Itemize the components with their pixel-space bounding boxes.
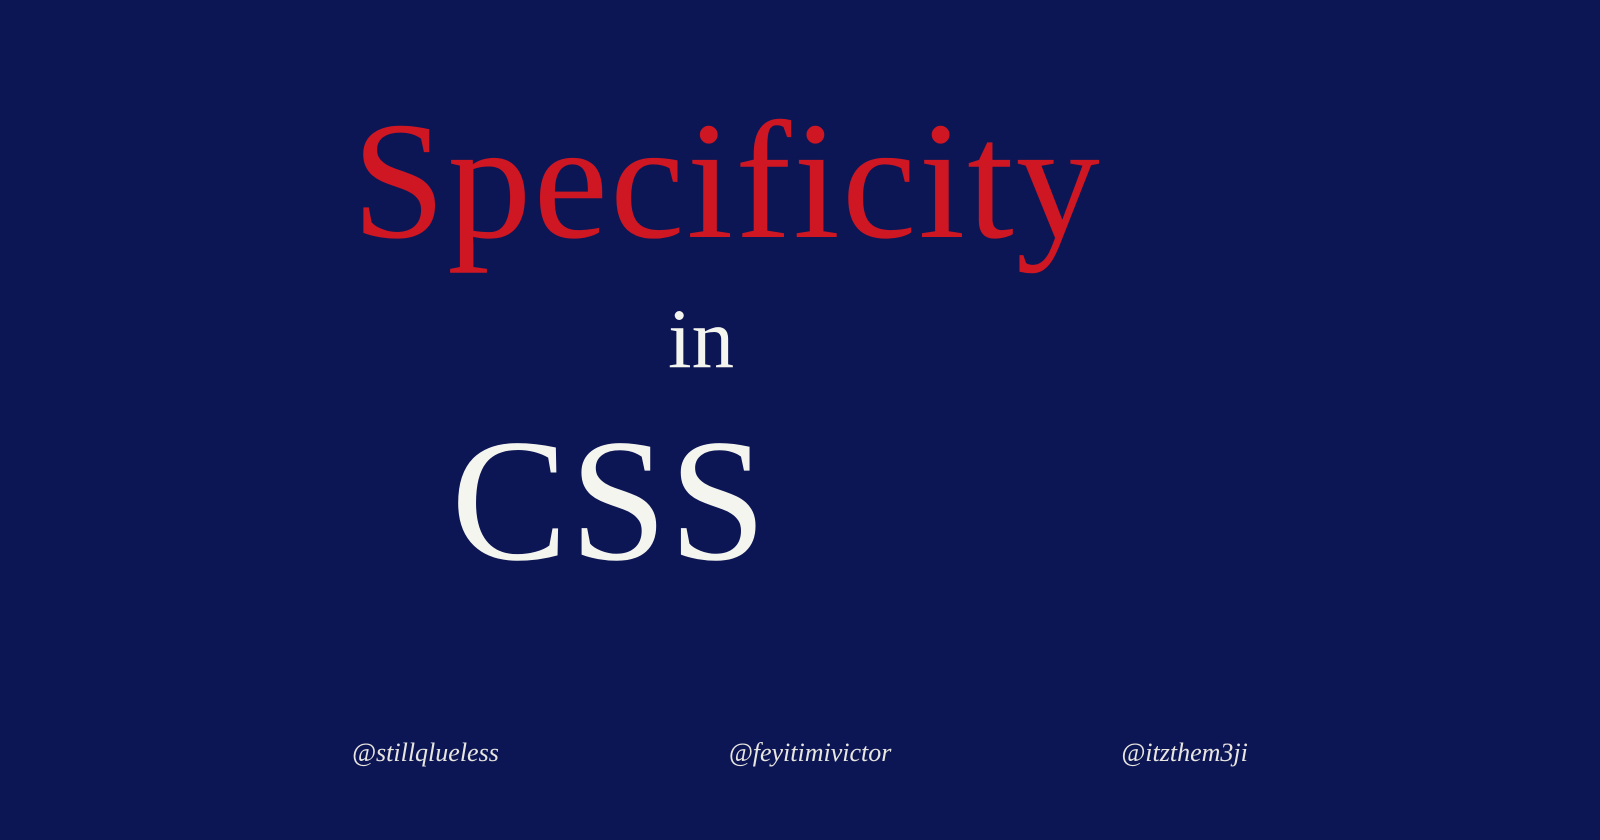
title-word-in: in [668, 290, 734, 388]
handle-3: @itzthem3ji [1121, 738, 1247, 768]
handle-2: @feyitimivictor [729, 738, 892, 768]
handles-row: @stillqlueless @feyitimivictor @itzthem3… [0, 738, 1600, 768]
title-word-specificity: Specificity [352, 85, 1102, 278]
title-word-css: CSS [451, 400, 768, 601]
handle-1: @stillqlueless [352, 738, 499, 768]
